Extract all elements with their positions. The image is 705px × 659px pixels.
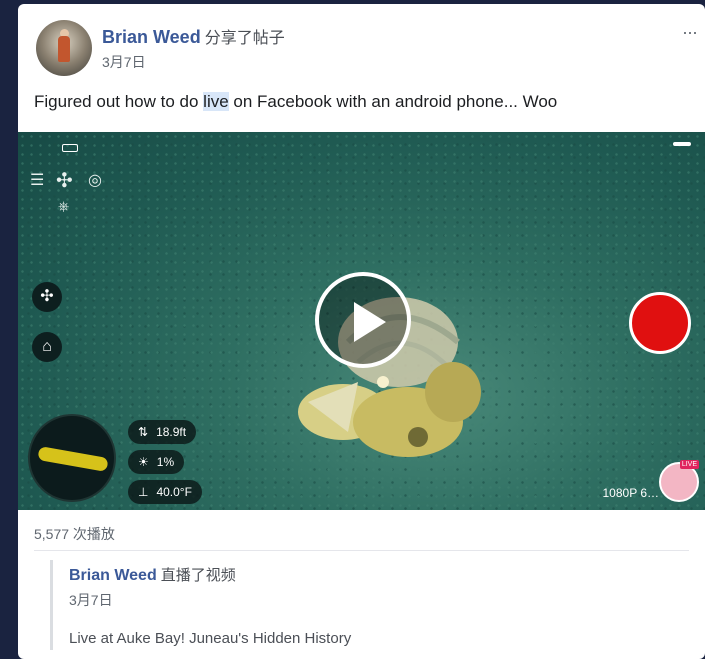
temperature-icon: ⊥ [138, 485, 149, 499]
orientation-minimap [28, 414, 116, 502]
battery-icon [62, 144, 78, 152]
target-icon[interactable]: ◎ [88, 170, 102, 190]
shared-post[interactable]: Brian Weed 直播了视频 3月7日 Live at Auke Bay! J… [50, 560, 690, 650]
avatar-figure [58, 36, 70, 62]
shared-action-text: 直播了视频 [160, 567, 236, 584]
signal-icon [673, 142, 691, 146]
post-action-text: 分享了帖子 [204, 30, 285, 47]
gamepad-icon[interactable]: ⎈ [58, 198, 69, 215]
video-player[interactable]: ☰ ✣ ◎ ⎈ ✣ ⌂ ⇅ 18.9ft ☀ 1% ⊥ 40.0°F 1080P 6… [18, 132, 705, 510]
depth-stat: ⇅ 18.9ft [128, 420, 197, 444]
depth-value: 18.9ft [156, 425, 187, 439]
shared-author-line: Brian Weed 直播了视频 [69, 564, 236, 585]
light-icon: ☀ [138, 455, 149, 469]
shared-post-date[interactable]: 3月7日 [69, 590, 113, 610]
post-caption: Figured out how to do live on Facebook w… [34, 92, 557, 112]
quality-label[interactable]: 1080P 6… [603, 486, 660, 500]
drone-marker-icon [37, 446, 109, 472]
caption-text-end: on Facebook with an android phone... Woo [228, 92, 558, 111]
post-card: Brian Weed 分享了帖子 3月7日 ··· Figured out how… [18, 4, 705, 659]
divider [34, 550, 689, 551]
shared-author-name[interactable]: Brian Weed [69, 567, 157, 584]
shared-post-title[interactable]: Live at Auke Bay! Juneau's Hidden Histor… [69, 630, 351, 647]
home-icon[interactable]: ⌂ [32, 332, 62, 362]
play-button[interactable] [315, 272, 411, 368]
record-button[interactable] [629, 292, 691, 354]
temperature-value: 40.0°F [156, 485, 192, 499]
more-options-icon[interactable]: ··· [682, 22, 698, 43]
fan-icon[interactable]: ✣ [32, 282, 62, 312]
temperature-stat: ⊥ 40.0°F [128, 480, 202, 504]
caption-highlight: live [203, 92, 229, 111]
light-value: 1% [156, 455, 175, 469]
post-date[interactable]: 3月7日 [102, 52, 146, 72]
settings-icon[interactable]: ☰ [30, 170, 44, 190]
depth-icon: ⇅ [138, 425, 149, 439]
caption-text-start: Figured out how to do [34, 92, 204, 111]
author-avatar[interactable] [36, 20, 92, 76]
post-author-name[interactable]: Brian Weed [102, 27, 201, 47]
view-count: 5,577 次播放 [34, 526, 115, 542]
direction-pad-icon[interactable]: ✣ [56, 168, 73, 193]
post-author-line: Brian Weed 分享了帖子 [102, 24, 285, 48]
light-stat: ☀ 1% [128, 450, 185, 474]
live-badge-icon[interactable] [659, 460, 699, 502]
